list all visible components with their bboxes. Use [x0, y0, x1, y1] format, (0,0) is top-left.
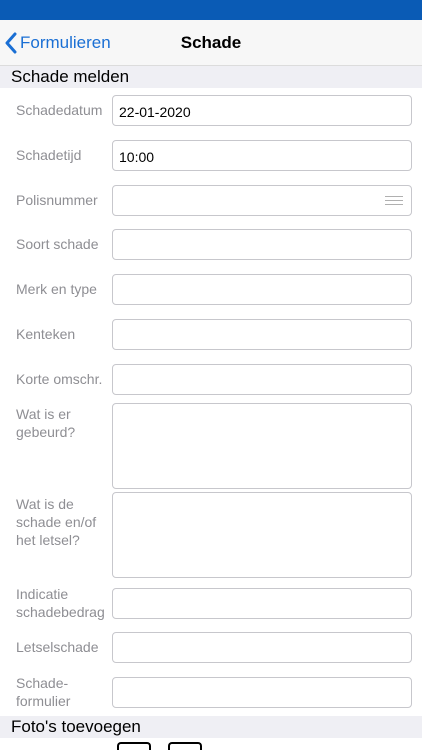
- photo-actions: [0, 738, 422, 750]
- claim-form-label: Schade-formulier: [16, 675, 71, 709]
- back-button[interactable]: Formulieren: [4, 30, 111, 56]
- form-row-damage-date: Schadedatum 22-01-2020: [0, 95, 422, 127]
- damage-date-label: Schadedatum: [16, 102, 103, 118]
- damage-time-label: Schadetijd: [16, 147, 82, 163]
- damage-injury-textarea[interactable]: [112, 492, 412, 578]
- section-header-photos: Foto's toevoegen: [0, 716, 422, 738]
- back-button-label: Formulieren: [20, 33, 111, 52]
- form-row-make-model: Merk en type: [0, 274, 422, 306]
- photo-library-icon[interactable]: [117, 742, 151, 750]
- damage-injury-label: Wat is de schade en/of het letsel?: [16, 496, 97, 548]
- short-description-input[interactable]: [112, 364, 412, 395]
- form-row-damage-injury: Wat is de schade en/of het letsel?: [0, 492, 422, 578]
- status-bar: [0, 0, 422, 20]
- damage-type-label: Soort schade: [16, 236, 99, 252]
- form-row-short-description: Korte omschr.: [0, 364, 422, 396]
- form-row-claim-form: Schade-formulier: [0, 674, 422, 710]
- policy-number-label: Polisnummer: [16, 192, 98, 208]
- damage-time-input[interactable]: 10:00: [112, 140, 412, 171]
- license-plate-input[interactable]: [112, 319, 412, 350]
- form-row-damage-type: Soort schade: [0, 229, 422, 261]
- navigation-bar: Formulieren Schade: [0, 20, 422, 66]
- make-model-input[interactable]: [112, 274, 412, 305]
- injury-label: Letselschade: [16, 639, 99, 655]
- make-model-label: Merk en type: [16, 281, 97, 297]
- form-row-injury: Letselschade: [0, 632, 422, 664]
- camera-icon[interactable]: [168, 742, 202, 750]
- form-row-license-plate: Kenteken: [0, 319, 422, 351]
- damage-date-input[interactable]: 22-01-2020: [112, 95, 412, 126]
- injury-input[interactable]: [112, 632, 412, 663]
- damage-type-input[interactable]: [112, 229, 412, 260]
- claim-form-input[interactable]: [112, 677, 412, 708]
- form-row-what-happened: Wat is er gebeurd?: [0, 403, 422, 489]
- short-description-label: Korte omschr.: [16, 371, 103, 387]
- form-row-damage-time: Schadetijd 10:00: [0, 140, 422, 172]
- policy-number-select[interactable]: [112, 185, 412, 216]
- form-row-damage-amount: Indicatie schadebedrag: [0, 585, 422, 621]
- chevron-left-icon: [5, 32, 17, 54]
- what-happened-textarea[interactable]: [112, 403, 412, 489]
- damage-amount-input[interactable]: [112, 588, 412, 619]
- license-plate-label: Kenteken: [16, 326, 76, 342]
- section-header-report: Schade melden: [0, 66, 422, 88]
- menu-lines-icon: [385, 196, 403, 206]
- what-happened-label: Wat is er gebeurd?: [16, 406, 76, 440]
- damage-amount-label: Indicatie schadebedrag: [16, 586, 105, 620]
- form-row-policy-number: Polisnummer: [0, 185, 422, 217]
